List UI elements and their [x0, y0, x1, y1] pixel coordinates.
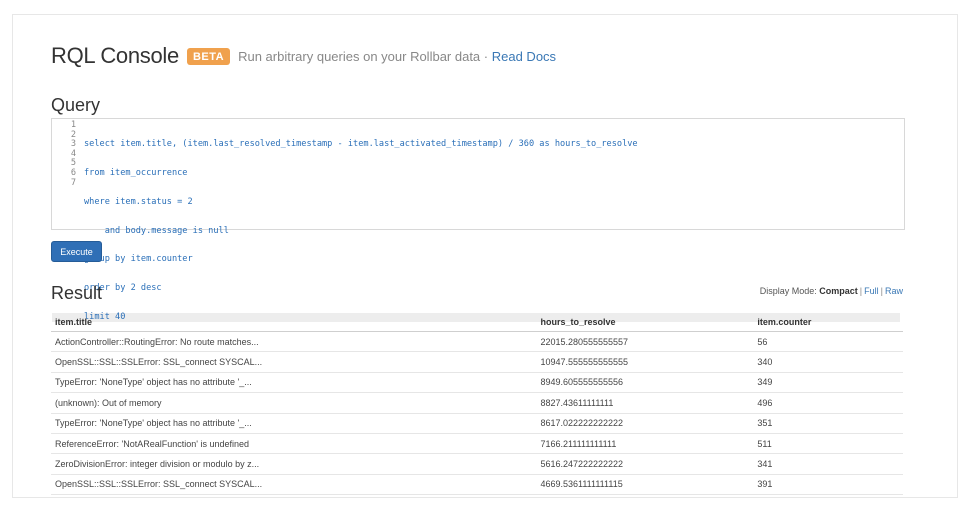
cell-title: ZeroDivisionError: integer division or m…: [51, 453, 537, 475]
cell-counter: 341: [753, 453, 903, 475]
query-editor[interactable]: 1 2 3 4 5 6 7 select item.title, (item.l…: [51, 118, 905, 323]
cell-title: ActionController::RoutingError: No route…: [51, 331, 537, 353]
cell-title: OpenSSL::SSL::SSLError: SSL_connect SYSC…: [51, 351, 537, 373]
subtitle-text: Run arbitrary queries on your Rollbar da…: [238, 48, 489, 64]
line-number: 7: [70, 177, 76, 188]
display-mode-raw[interactable]: Raw: [885, 286, 903, 296]
cell-hours: 8617.022222222222: [536, 413, 754, 434]
cell-counter: 391: [753, 474, 903, 496]
code-line[interactable]: where item.status = 2: [84, 197, 900, 208]
page-subtitle: Run arbitrary queries on your Rollbar da…: [238, 49, 556, 64]
console-panel: RQL Console BETA Run arbitrary queries o…: [12, 14, 958, 498]
query-heading: Query: [51, 95, 101, 115]
code-line[interactable]: group by item.counter: [84, 255, 900, 265]
cell-title: OpenSSL::SSL::SSLError: SSL_connect SYSC…: [51, 474, 537, 496]
table-row: TypeError: 'NoneType' object has no attr…: [51, 372, 903, 394]
table-row: ReferenceError: 'NotARealFunction' is un…: [51, 433, 903, 455]
table-row: ActionController::RoutingError: No route…: [51, 331, 903, 353]
code-line[interactable]: select item.title, (item.last_resolved_t…: [84, 140, 900, 150]
cell-counter: 349: [753, 372, 903, 394]
cell-hours: 5616.247222222222: [536, 453, 754, 475]
cell-counter: 496: [753, 392, 903, 414]
cell-title: ReferenceError: 'NotARealFunction' is un…: [51, 433, 537, 455]
cell-hours: 4669.5361111111115: [536, 474, 754, 496]
cell-title: TypeError: 'NoneType' object has no attr…: [51, 413, 537, 434]
table-row: ZeroDivisionError: integer division or m…: [51, 453, 903, 475]
query-code[interactable]: select item.title, (item.last_resolved_t…: [52, 121, 900, 342]
column-header-title: item.title: [51, 312, 537, 332]
cell-title: (unknown): Out of memory: [51, 392, 537, 414]
code-line[interactable]: and body.message is null: [84, 226, 900, 237]
cell-hours: 8827.43611111111: [536, 392, 754, 414]
table-header-row: item.title hours_to_resolve item.counter: [51, 312, 903, 332]
cell-title: TypeError: 'NoneType' object has no attr…: [51, 372, 537, 394]
cell-counter: 511: [753, 433, 903, 455]
cell-counter: 340: [753, 351, 903, 373]
column-header-counter: item.counter: [753, 312, 903, 332]
results-table: item.title hours_to_resolve item.counter…: [51, 312, 903, 496]
table-row: OpenSSL::SSL::SSLError: SSL_connect SYSC…: [51, 351, 903, 373]
cell-counter: 56: [753, 331, 903, 353]
execute-button[interactable]: Execute: [51, 241, 102, 262]
read-docs-link[interactable]: Read Docs: [492, 49, 556, 64]
cell-hours: 8949.605555555556: [536, 372, 754, 394]
page-title: RQL Console: [51, 43, 179, 68]
cell-hours: 7166.211111111111: [536, 433, 754, 455]
display-mode-switcher: Display Mode: Compact | Full | Raw: [759, 286, 903, 296]
table-row: OpenSSL::SSL::SSLError: SSL_connect SYSC…: [51, 474, 903, 496]
table-row: TypeError: 'NoneType' object has no attr…: [51, 413, 903, 434]
result-heading: Result: [51, 283, 103, 303]
column-header-hours: hours_to_resolve: [536, 312, 754, 332]
cell-counter: 351: [753, 413, 903, 434]
beta-badge: BETA: [186, 47, 231, 65]
line-number-gutter: 1 2 3 4 5 6 7: [52, 120, 76, 188]
display-mode-label: Display Mode:: [759, 286, 817, 296]
cell-hours: 22015.280555555557: [536, 331, 754, 353]
page-header: RQL Console BETA Run arbitrary queries o…: [51, 43, 556, 69]
display-mode-full[interactable]: Full: [864, 286, 879, 296]
code-line[interactable]: from item_occurrence: [84, 168, 900, 179]
display-mode-compact[interactable]: Compact: [819, 286, 858, 296]
cell-hours: 10947.555555555555: [536, 351, 754, 373]
table-row: (unknown): Out of memory 8827.4361111111…: [51, 392, 903, 414]
